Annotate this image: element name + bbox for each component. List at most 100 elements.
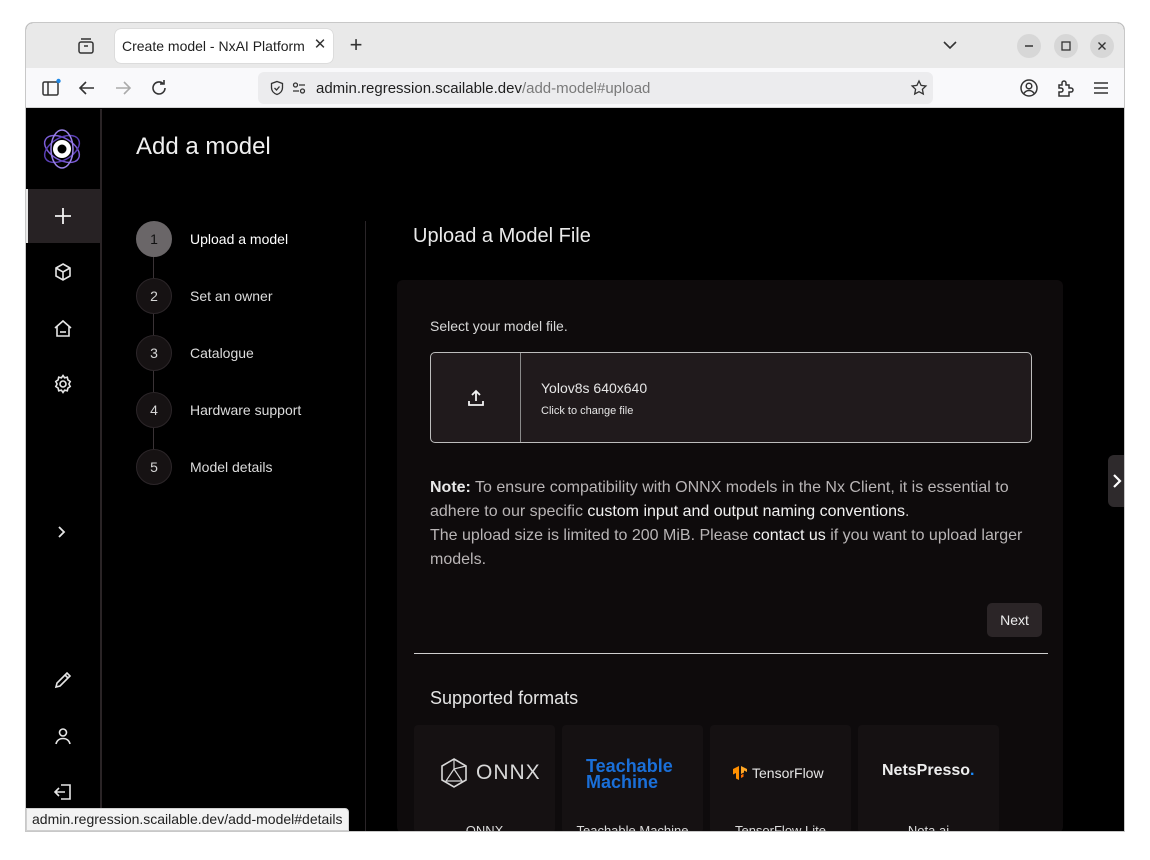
url-path: /add-model#upload xyxy=(521,80,651,97)
onnx-logo-text: ONNX xyxy=(476,761,541,784)
section-title: Upload a Model File xyxy=(413,225,591,247)
naming-conventions-link[interactable]: custom input and output naming conventio… xyxy=(587,503,905,520)
step-number: 1 xyxy=(136,221,172,257)
rail-home[interactable] xyxy=(26,301,100,355)
reload-icon[interactable] xyxy=(148,77,170,99)
step-connector xyxy=(153,257,154,278)
chevron-right-icon xyxy=(1113,474,1122,488)
link-status-bar: admin.regression.scailable.dev/add-model… xyxy=(26,808,349,831)
gear-icon xyxy=(54,374,72,394)
onnx-logo: ONNX xyxy=(414,725,555,821)
step-number: 5 xyxy=(136,449,172,485)
sidebar-toggle-icon[interactable] xyxy=(40,77,62,99)
user-icon xyxy=(55,728,71,745)
browser-window: Create model - NxAI Platform ✕ + admin.r… xyxy=(25,22,1125,832)
note-text: . xyxy=(904,503,910,520)
step-connector xyxy=(153,314,154,335)
teachable-machine-logo: Teachable Machine xyxy=(562,725,703,821)
tab-close-icon[interactable]: ✕ xyxy=(312,37,328,53)
format-label: Nota ai xyxy=(907,823,950,832)
close-window-icon[interactable] xyxy=(1090,34,1114,58)
tab-list-icon[interactable] xyxy=(76,36,96,56)
account-icon[interactable] xyxy=(1018,77,1040,99)
url-host: admin.regression.scailable.dev xyxy=(316,80,522,97)
extensions-icon[interactable] xyxy=(1054,77,1076,99)
step-connector xyxy=(153,428,154,449)
format-label: ONNX xyxy=(465,823,504,832)
format-card-tensorflow[interactable]: TensorFlow TensorFlow Lite xyxy=(710,725,851,832)
format-label: Teachable Machine xyxy=(576,823,689,832)
app-area: Add a model 1 Upload a model 2 Set an ow… xyxy=(26,109,1124,832)
step-number: 2 xyxy=(136,278,172,314)
divider xyxy=(414,653,1048,654)
stepper: 1 Upload a model 2 Set an owner 3 Catalo… xyxy=(136,221,366,831)
cube-icon xyxy=(55,263,71,281)
permissions-icon[interactable] xyxy=(291,80,307,96)
active-tab[interactable]: Create model - NxAI Platform ✕ xyxy=(115,29,333,63)
netspresso-word: NetsPresso xyxy=(882,762,971,779)
side-panel-toggle[interactable] xyxy=(1108,455,1124,507)
selected-file-name: Yolov8s 640x640 xyxy=(541,380,648,396)
bookmark-star-icon[interactable] xyxy=(910,79,928,97)
teachable-logo-line2: Machine xyxy=(586,772,659,792)
step-number: 4 xyxy=(136,392,172,428)
new-tab-icon[interactable]: + xyxy=(345,34,367,56)
rail-add-model[interactable] xyxy=(26,189,100,243)
rail-expand[interactable] xyxy=(26,505,100,559)
menu-icon[interactable] xyxy=(1090,77,1112,99)
format-card-netspresso[interactable]: NetsPresso. Nota ai xyxy=(858,725,999,832)
step-upload-model[interactable]: 1 Upload a model xyxy=(136,221,366,257)
shield-icon[interactable] xyxy=(269,80,285,96)
url-bar[interactable]: admin.regression.scailable.dev/add-model… xyxy=(258,72,933,104)
step-model-details[interactable]: 5 Model details xyxy=(136,449,366,485)
netspresso-dot: . xyxy=(970,762,975,779)
home-icon xyxy=(54,319,72,337)
logout-icon xyxy=(53,784,71,800)
file-picker[interactable]: Yolov8s 640x640 Click to change file xyxy=(430,352,1032,443)
forward-icon[interactable] xyxy=(112,77,134,99)
netspresso-logo-text: NetsPresso. xyxy=(882,762,975,780)
formats-title: Supported formats xyxy=(430,688,579,708)
upload-note: Note: To ensure compatibility with ONNX … xyxy=(430,476,1030,572)
tensorflow-logo-text: TensorFlow xyxy=(752,765,824,781)
pencil-icon xyxy=(54,671,72,689)
next-button[interactable]: Next xyxy=(987,603,1042,637)
url-text: admin.regression.scailable.dev/add-model… xyxy=(316,80,650,97)
tab-title: Create model - NxAI Platform xyxy=(122,38,305,54)
minimize-icon[interactable] xyxy=(1017,34,1041,58)
tensorflow-icon xyxy=(733,766,747,780)
format-card-teachable-machine[interactable]: Teachable Machine Teachable Machine xyxy=(562,725,703,832)
upload-card: Select your model file. Yolov8s 640x640 … xyxy=(397,280,1063,832)
step-label: Hardware support xyxy=(190,402,302,418)
note-text: The upload size is limited to 200 MiB. P… xyxy=(430,527,753,544)
step-label: Catalogue xyxy=(190,345,254,361)
step-label: Model details xyxy=(190,459,273,475)
note-prefix: Note: xyxy=(430,479,471,496)
format-card-onnx[interactable]: ONNX ONNX xyxy=(414,725,555,832)
format-label: TensorFlow Lite xyxy=(734,823,827,832)
rail-models[interactable] xyxy=(26,245,100,299)
plus-icon xyxy=(55,208,71,224)
step-connector xyxy=(153,371,154,392)
back-icon[interactable] xyxy=(76,77,98,99)
nav-toolbar: admin.regression.scailable.dev/add-model… xyxy=(26,68,1124,108)
upload-icon xyxy=(468,389,484,406)
nav-rail xyxy=(26,109,102,831)
step-label: Set an owner xyxy=(190,288,273,304)
chevron-right-icon xyxy=(58,526,66,538)
step-number: 3 xyxy=(136,335,172,371)
rail-settings[interactable] xyxy=(26,357,100,411)
chevron-down-icon[interactable] xyxy=(940,35,960,55)
step-set-owner[interactable]: 2 Set an owner xyxy=(136,278,366,314)
tab-bar: Create model - NxAI Platform ✕ + xyxy=(26,23,1124,68)
maximize-icon[interactable] xyxy=(1054,34,1078,58)
step-label: Upload a model xyxy=(190,231,289,247)
contact-us-link[interactable]: contact us xyxy=(753,527,826,544)
rail-edit[interactable] xyxy=(26,653,100,707)
step-hardware-support[interactable]: 4 Hardware support xyxy=(136,392,366,428)
upload-button[interactable] xyxy=(431,353,521,442)
step-catalogue[interactable]: 3 Catalogue xyxy=(136,335,366,371)
nxai-logo[interactable] xyxy=(41,128,83,170)
netspresso-logo: NetsPresso. xyxy=(858,725,999,821)
rail-profile[interactable] xyxy=(26,709,100,763)
